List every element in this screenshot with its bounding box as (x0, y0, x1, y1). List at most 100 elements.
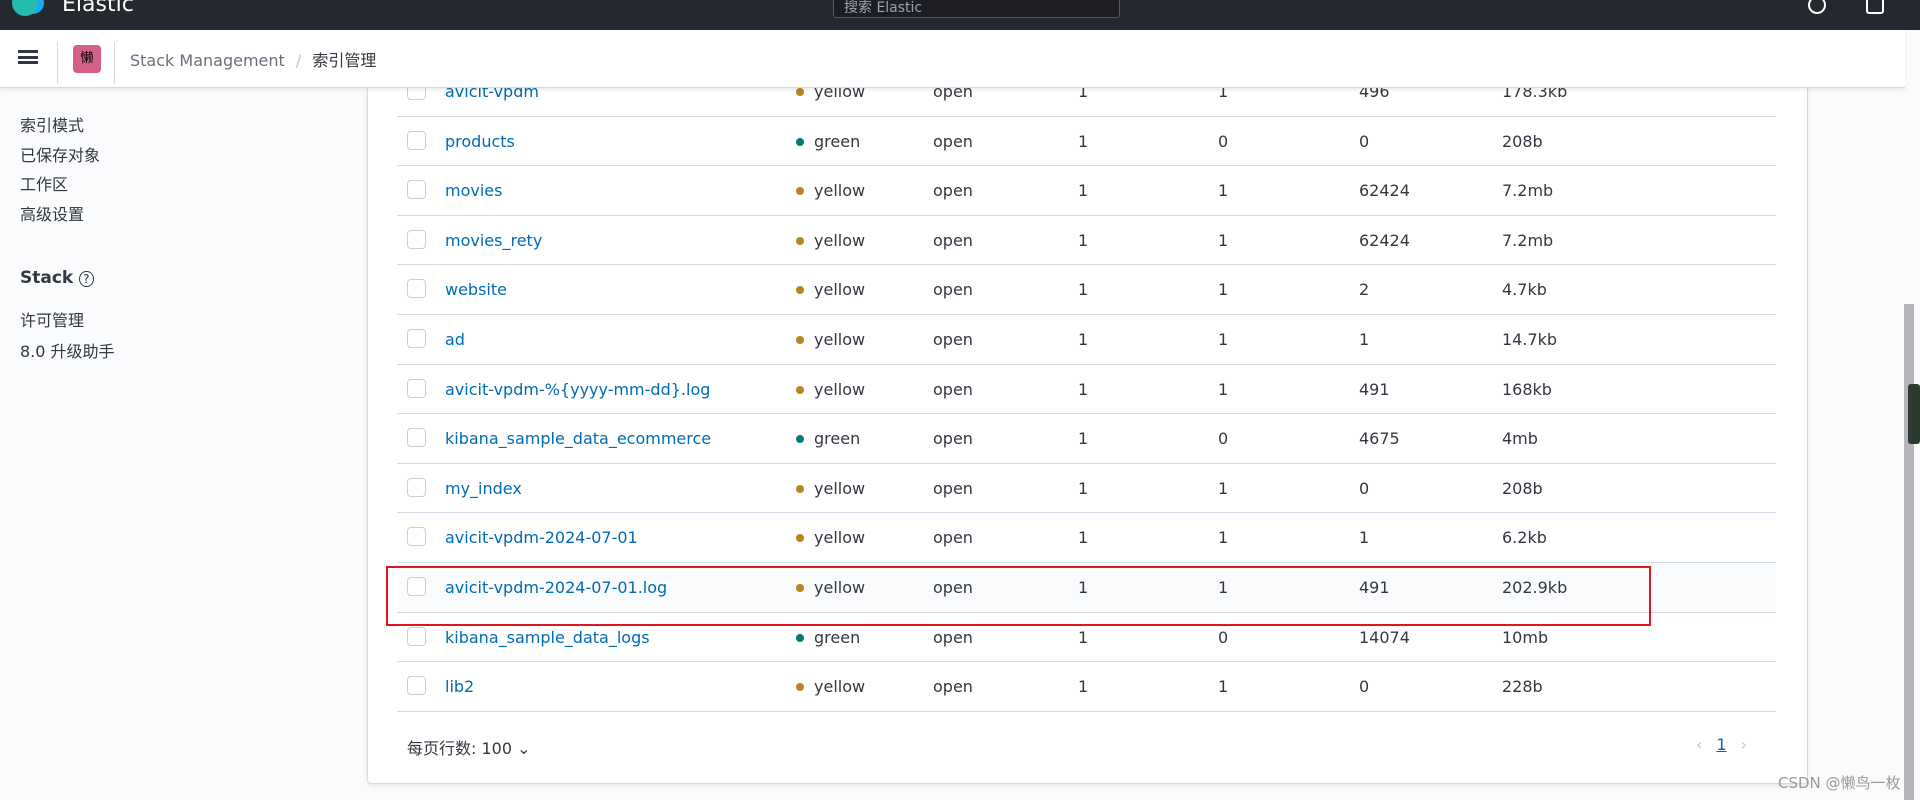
row-checkbox[interactable] (407, 130, 426, 150)
docs-count-value: 1 (1359, 528, 1370, 548)
row-checkbox[interactable] (407, 428, 426, 448)
health-dot-icon (796, 683, 804, 692)
row-checkbox[interactable] (407, 378, 426, 398)
replicas-value: 1 (1218, 230, 1229, 250)
sidebar-item-saved-objects[interactable]: 已保存对象 (20, 142, 100, 166)
replicas-value: 1 (1218, 181, 1229, 201)
health-dot-icon (796, 435, 804, 444)
primaries-value: 1 (1078, 379, 1089, 399)
health-text: yellow (814, 230, 866, 250)
docs-count-value: 1 (1359, 330, 1370, 349)
breadcrumb: Stack Management / 索引管理 (130, 47, 376, 71)
top-bar: Elastic 搜索 Elastic (0, 0, 1920, 30)
primaries-value: 1 (1078, 429, 1089, 449)
table-row: ad yellow open 1 1 1 14.7kb (397, 315, 1776, 365)
replicas-value: 1 (1218, 528, 1229, 548)
table-row: movies yellow open 1 1 62424 7.2mb (397, 166, 1776, 216)
index-name-link[interactable]: website (445, 280, 507, 299)
divider (57, 42, 58, 84)
docs-count-value: 491 (1359, 379, 1390, 399)
row-checkbox[interactable] (407, 477, 426, 497)
help-icon[interactable] (1808, 0, 1826, 14)
table-row: lib2 yellow open 1 1 0 228b (397, 662, 1776, 712)
scrollbar[interactable] (1904, 304, 1914, 800)
sidebar-item-upgrade-assistant[interactable]: 8.0 升级助手 (20, 338, 115, 362)
row-checkbox[interactable] (407, 676, 426, 696)
status-text: open (933, 280, 973, 300)
health-text: green (814, 429, 861, 449)
newsfeed-icon[interactable] (1866, 0, 1884, 14)
row-checkbox[interactable] (407, 229, 426, 249)
sidebar-item-index-patterns[interactable]: 索引模式 (20, 112, 84, 136)
watermark: CSDN @懒鸟一枚 (1778, 774, 1901, 792)
replicas-value: 0 (1218, 131, 1229, 151)
help-icon[interactable]: ? (79, 271, 94, 287)
space-avatar[interactable]: 懒 (73, 45, 101, 73)
storage-size-value: 7.2mb (1502, 181, 1554, 201)
sidebar-item-workspace[interactable]: 工作区 (20, 171, 68, 195)
health-dot-icon (796, 187, 804, 196)
status-text: open (933, 379, 973, 399)
search-input[interactable]: 搜索 Elastic (833, 0, 1120, 18)
primaries-value: 1 (1078, 131, 1089, 151)
rows-per-page-button[interactable]: 每页行数: 100 ⌄ (407, 735, 531, 759)
storage-size-value: 4.7kb (1502, 280, 1547, 300)
index-name-link[interactable]: avicit-vpdm-2024-07-01 (445, 528, 638, 547)
index-name-link[interactable]: products (445, 132, 515, 151)
row-checkbox[interactable] (407, 626, 426, 646)
table-row: my_index yellow open 1 1 0 208b (397, 464, 1776, 514)
table-row: avicit-vpdm-%{yyyy-mm-dd}.log yellow ope… (397, 365, 1776, 415)
index-name-link[interactable]: kibana_sample_data_logs (445, 628, 650, 647)
index-name-link[interactable]: movies_rety (445, 231, 542, 250)
replicas-value: 1 (1218, 379, 1229, 399)
sidebar-item-advanced-settings[interactable]: 高级设置 (20, 201, 84, 225)
index-name-link[interactable]: kibana_sample_data_ecommerce (445, 429, 711, 448)
health-dot-icon (796, 633, 804, 642)
rows-per-page-label: 每页行数: 100 (407, 739, 513, 758)
row-checkbox[interactable] (407, 329, 426, 348)
storage-size-value: 228b (1502, 677, 1543, 697)
storage-size-value: 7.2mb (1502, 230, 1554, 250)
next-page-icon[interactable]: › (1741, 735, 1747, 754)
table-row: website yellow open 1 1 2 4.7kb (397, 265, 1776, 315)
health-dot-icon (796, 534, 804, 543)
primaries-value: 1 (1078, 478, 1089, 498)
index-name-link[interactable]: my_index (445, 479, 522, 498)
health-text: yellow (814, 181, 866, 201)
brand-name: Elastic (62, 0, 134, 17)
index-name-link[interactable]: lib2 (445, 677, 474, 696)
health-dot-icon (796, 88, 804, 96)
elastic-logo-icon[interactable] (12, 0, 38, 16)
docs-count-value: 62424 (1359, 181, 1410, 201)
replicas-value: 1 (1218, 330, 1229, 349)
table-row: movies_rety yellow open 1 1 62424 7.2mb (397, 216, 1776, 266)
status-text: open (933, 528, 973, 548)
primaries-value: 1 (1078, 677, 1089, 697)
docs-count-value: 2 (1359, 280, 1370, 300)
health-text: yellow (814, 677, 866, 697)
index-name-link[interactable]: ad (445, 330, 465, 349)
index-name-link[interactable]: avicit-vpdm-%{yyyy-mm-dd}.log (445, 380, 710, 399)
health-dot-icon (796, 484, 804, 493)
prev-page-icon[interactable]: ‹ (1696, 735, 1702, 754)
replicas-value: 1 (1218, 478, 1229, 498)
breadcrumb-stack-management[interactable]: Stack Management (130, 51, 285, 70)
chevron-down-icon: ⌄ (517, 739, 531, 758)
docs-count-value: 4675 (1359, 429, 1400, 449)
row-checkbox[interactable] (407, 180, 426, 200)
index-name-link[interactable]: movies (445, 181, 502, 200)
page-1-link[interactable]: 1 (1716, 735, 1726, 754)
menu-icon[interactable] (18, 50, 38, 64)
row-checkbox[interactable] (407, 527, 426, 547)
replicas-value: 1 (1218, 280, 1229, 300)
health-text: yellow (814, 478, 866, 498)
replicas-value: 0 (1218, 429, 1229, 449)
health-dot-icon (796, 137, 804, 146)
side-widget (1908, 384, 1920, 444)
row-checkbox[interactable] (407, 279, 426, 299)
replicas-value: 0 (1218, 627, 1229, 647)
sidebar-item-license[interactable]: 许可管理 (20, 307, 84, 331)
health-text: yellow (814, 379, 866, 399)
storage-size-value: 6.2kb (1502, 528, 1547, 548)
breadcrumb-current: 索引管理 (312, 51, 377, 70)
